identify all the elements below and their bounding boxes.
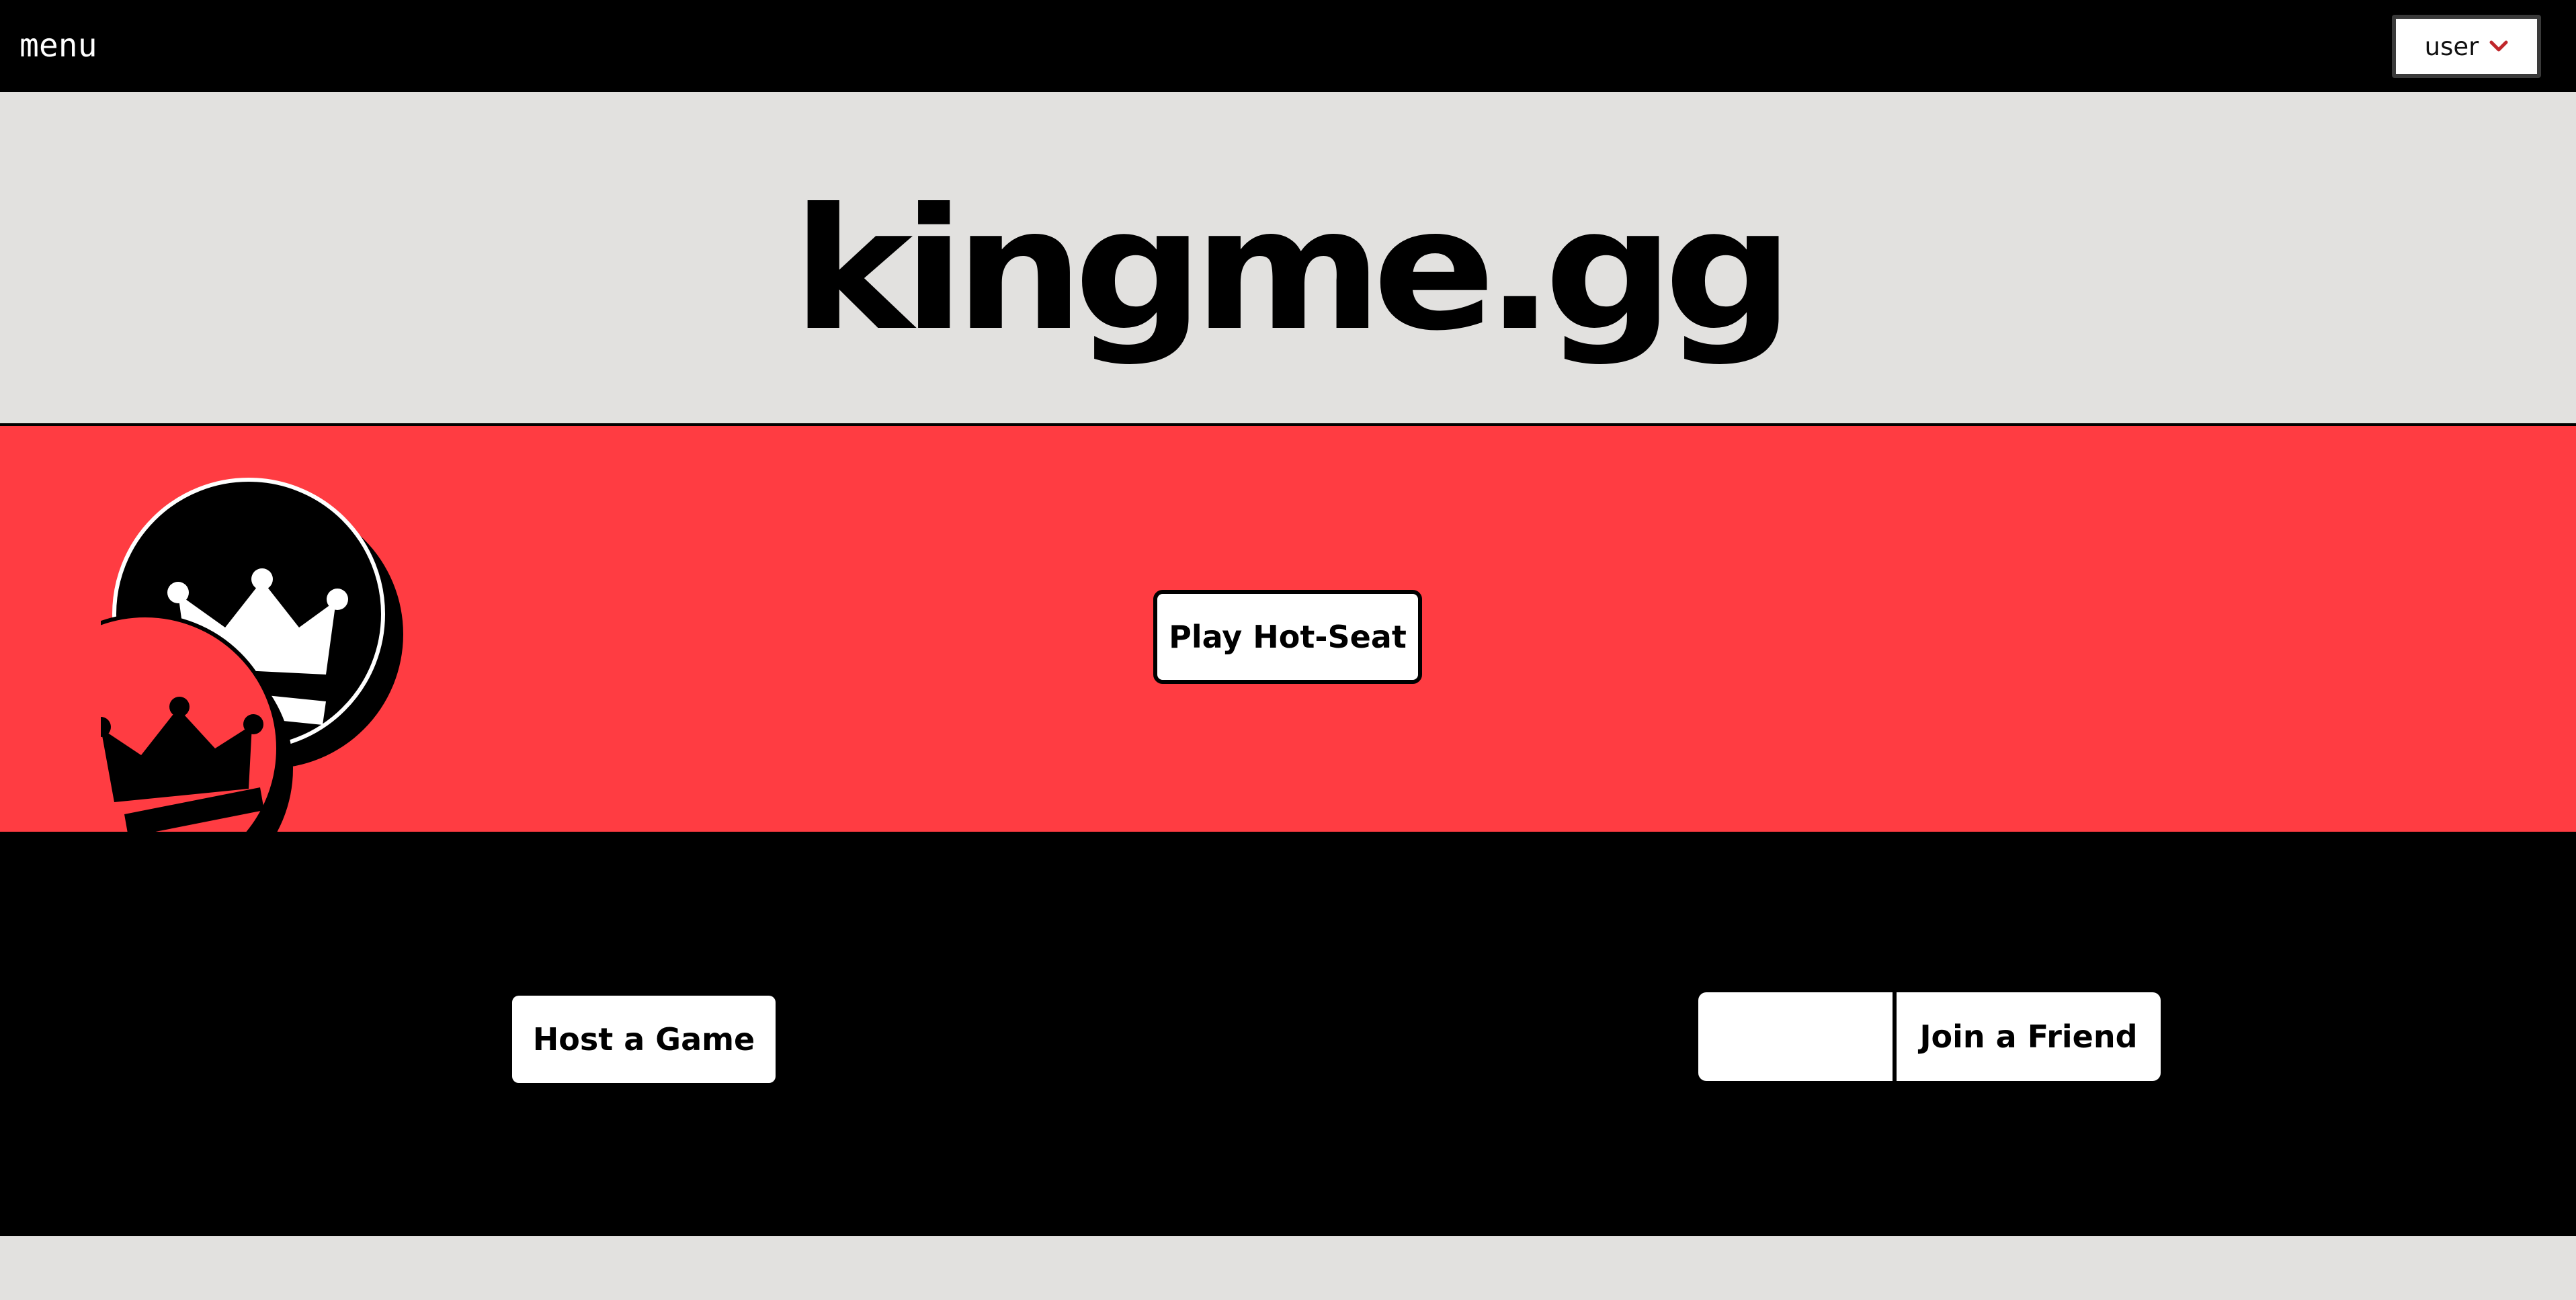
game-code-input[interactable] xyxy=(1698,992,1897,1081)
hotseat-band: Play Hot-Seat xyxy=(0,426,2576,832)
multiplayer-band: Host a Game Join a Friend xyxy=(0,832,2576,1236)
user-dropdown-button[interactable]: user xyxy=(2392,15,2541,78)
host-game-button[interactable]: Host a Game xyxy=(512,996,776,1083)
menu-button[interactable]: menu xyxy=(19,21,97,70)
join-friend-button[interactable]: Join a Friend xyxy=(1897,992,2161,1081)
site-logo[interactable]: kingme.gg xyxy=(0,186,2576,354)
chevron-down-icon xyxy=(2489,40,2508,52)
play-hotseat-button[interactable]: Play Hot-Seat xyxy=(1153,590,1422,684)
footer-band xyxy=(0,1236,2576,1300)
logo-band: kingme.gg xyxy=(0,92,2576,426)
user-label: user xyxy=(2424,32,2479,61)
checker-kings-icon xyxy=(101,478,403,832)
top-bar: menu user xyxy=(0,0,2576,92)
join-friend-group: Join a Friend xyxy=(1698,992,2161,1081)
